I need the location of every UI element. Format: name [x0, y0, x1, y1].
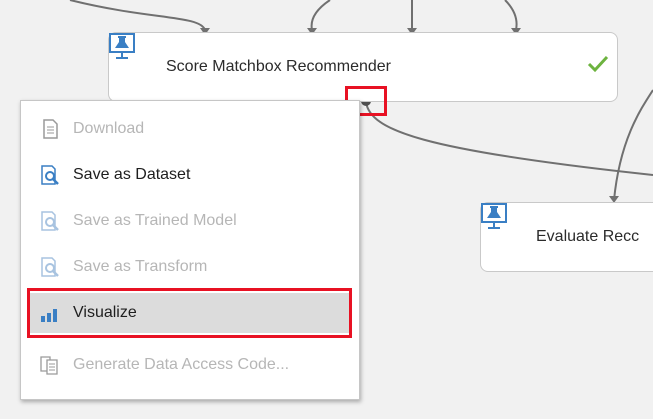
menu-item-download[interactable]: Download	[29, 109, 352, 149]
menu-item-save-as-transform[interactable]: Save as Transform	[29, 247, 352, 287]
menu-item-save-as-trained-model[interactable]: Save as Trained Model	[29, 201, 352, 241]
menu-item-generate-data-access-code[interactable]: Generate Data Access Code...	[29, 345, 352, 385]
document-icon	[39, 118, 61, 140]
module-label: Score Matchbox Recommender	[166, 58, 391, 75]
module-icon	[109, 33, 150, 81]
code-document-icon	[39, 354, 61, 376]
module-icon	[481, 203, 522, 251]
bar-chart-icon	[39, 302, 61, 324]
save-magnifier-icon	[39, 164, 61, 186]
save-magnifier-icon	[39, 210, 61, 232]
module-evaluate-recommender[interactable]: Evaluate Recc	[480, 202, 653, 272]
module-label: Evaluate Recc	[536, 228, 640, 245]
context-menu: Download Save as Dataset Save as Trained…	[20, 100, 360, 400]
save-magnifier-icon	[39, 256, 61, 278]
menu-item-save-as-dataset[interactable]: Save as Dataset	[29, 155, 352, 195]
menu-item-visualize[interactable]: Visualize	[29, 293, 352, 333]
